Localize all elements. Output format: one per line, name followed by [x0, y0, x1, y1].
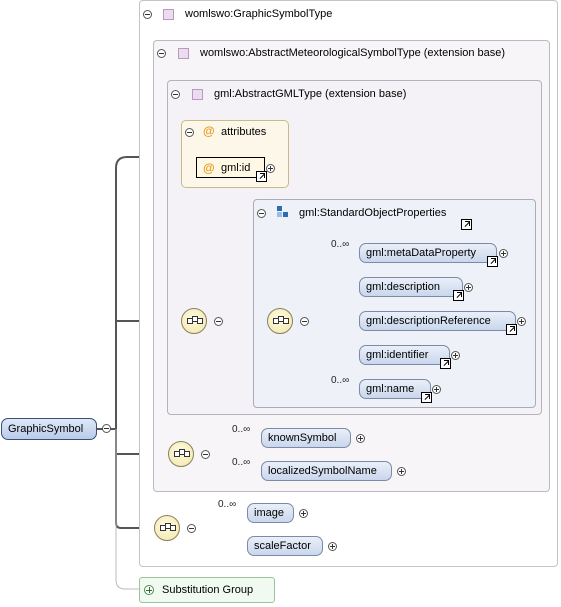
expand-element-icon[interactable] — [397, 467, 406, 476]
attributes-label: attributes — [221, 126, 267, 138]
reference-link-icon[interactable] — [487, 256, 498, 267]
element-name: gml:metaDataProperty — [366, 247, 477, 259]
reference-link-icon[interactable] — [461, 219, 472, 230]
element-image[interactable]: image — [247, 503, 294, 523]
element-descriptionreference[interactable]: gml:descriptionReference — [359, 311, 516, 331]
complex-type-icon — [192, 89, 203, 100]
element-cardinality: 0..∞ — [331, 375, 350, 386]
attribute-at-icon: @ — [203, 161, 215, 175]
sequence-compositor-icon[interactable] — [181, 308, 207, 334]
complex-type-icon — [178, 48, 189, 59]
element-name: gml:identifier — [366, 349, 429, 361]
expand-element-icon[interactable] — [328, 542, 337, 551]
element-metadataproperty[interactable]: gml:metaDataProperty — [359, 243, 497, 263]
element-localizedsymbolname[interactable]: localizedSymbolName — [261, 461, 392, 481]
complex-type-icon — [163, 9, 174, 20]
element-knownsymbol[interactable]: knownSymbol — [261, 428, 351, 448]
root-element-name: GraphicSymbol — [8, 423, 84, 435]
expand-element-icon[interactable] — [499, 249, 508, 258]
element-name: localizedSymbolName — [268, 465, 377, 477]
element-description[interactable]: gml:description — [359, 277, 463, 297]
standard-object-properties-group — [253, 199, 536, 408]
expand-substitution-icon[interactable] — [144, 585, 154, 595]
inner-type-title: gml:AbstractGMLType (extension base) — [214, 88, 407, 100]
element-name: gml:description — [366, 281, 440, 293]
collapse-root-icon[interactable] — [102, 424, 111, 433]
collapse-inner-type-icon[interactable] — [171, 90, 180, 99]
attribute-name: gml:id — [221, 162, 251, 174]
sequence-compositor-icon[interactable] — [168, 441, 194, 467]
element-scalefactor[interactable]: scaleFactor — [247, 536, 323, 556]
reference-link-icon[interactable] — [440, 358, 451, 369]
expand-element-icon[interactable] — [432, 385, 441, 394]
collapse-sequence-icon[interactable] — [300, 317, 309, 326]
expand-element-icon[interactable] — [517, 317, 526, 326]
collapse-attributes-icon[interactable] — [185, 128, 194, 137]
expand-element-icon[interactable] — [356, 434, 365, 443]
element-name: gml:name — [366, 383, 415, 395]
collapse-outer-type-icon[interactable] — [143, 10, 152, 19]
sequence-compositor-icon[interactable] — [154, 515, 180, 541]
element-cardinality: 0..∞ — [232, 424, 251, 435]
mid-type-title: womlswo:AbstractMeteorologicalSymbolType… — [200, 47, 506, 59]
collapse-sequence-icon[interactable] — [187, 524, 196, 533]
element-name: gml:descriptionReference — [366, 315, 491, 327]
element-name: knownSymbol — [268, 432, 337, 444]
root-element-graphicsymbol[interactable]: GraphicSymbol — [1, 418, 97, 440]
collapse-sequence-icon[interactable] — [201, 450, 210, 459]
expand-element-icon[interactable] — [464, 283, 473, 292]
model-group-icon — [277, 206, 289, 218]
element-cardinality: 0..∞ — [218, 499, 237, 510]
element-cardinality: 0..∞ — [232, 457, 251, 468]
reference-link-icon[interactable] — [506, 324, 517, 335]
element-cardinality: 0..∞ — [331, 239, 350, 250]
element-name: scaleFactor — [254, 540, 311, 552]
reference-link-icon[interactable] — [256, 171, 267, 182]
expand-element-icon[interactable] — [299, 509, 308, 518]
collapse-sequence-icon[interactable] — [214, 317, 223, 326]
element-name: image — [254, 507, 284, 519]
expand-element-icon[interactable] — [451, 351, 460, 360]
reference-link-icon[interactable] — [421, 392, 432, 403]
sequence-compositor-icon[interactable] — [267, 308, 293, 334]
reference-link-icon[interactable] — [453, 290, 464, 301]
group-name: gml:StandardObjectProperties — [299, 207, 447, 219]
element-identifier[interactable]: gml:identifier — [359, 345, 450, 365]
substitution-group-label: Substitution Group — [162, 584, 254, 596]
outer-type-title: womlswo:GraphicSymbolType — [185, 8, 333, 20]
expand-attribute-icon[interactable] — [266, 164, 275, 173]
collapse-mid-type-icon[interactable] — [157, 49, 166, 58]
attribute-at-icon: @ — [203, 124, 215, 138]
collapse-group-icon[interactable] — [257, 209, 266, 218]
